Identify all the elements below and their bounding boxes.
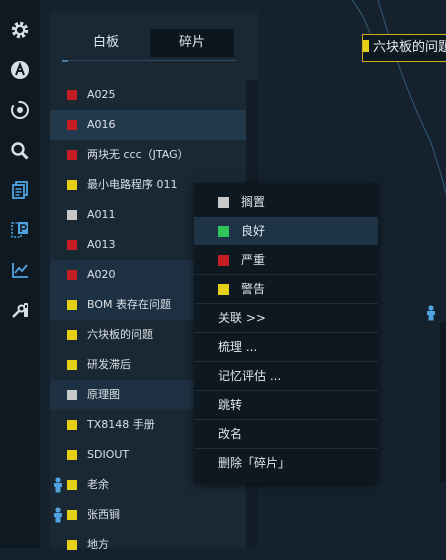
menu-item-delete[interactable]: 删除「碎片」 — [194, 449, 378, 477]
yellow-square-icon — [67, 510, 77, 520]
p-document-icon[interactable] — [8, 218, 32, 242]
gray-square-icon — [67, 210, 77, 220]
person-icon — [54, 477, 62, 493]
a-circle-icon[interactable] — [8, 58, 32, 82]
canvas-node-label: 六块板的问题 — [373, 40, 446, 55]
canvas-node-edge — [440, 322, 446, 482]
list-item-label: A020 — [87, 268, 116, 281]
menu-label-shelve: 搁置 — [241, 195, 266, 209]
menu-label-severe: 严重 — [241, 253, 266, 267]
person-icon — [54, 507, 62, 523]
panel-tabs: 白板 碎片 — [50, 12, 258, 72]
yellow-square-icon — [67, 540, 77, 550]
list-item-label: 张西锏 — [87, 508, 120, 521]
list-item-label: SDIOUT — [87, 448, 130, 461]
menu-item-memory-eval[interactable]: 记忆评估 ... — [194, 362, 378, 390]
list-item-label: A016 — [87, 118, 116, 131]
list-item-label: TX8148 手册 — [87, 418, 155, 431]
yellow-square-icon — [67, 450, 77, 460]
menu-item-relate[interactable]: 关联 >> — [194, 304, 378, 332]
gray-square-icon — [218, 197, 229, 208]
red-square-icon — [218, 255, 229, 266]
chart-icon[interactable] — [8, 258, 32, 282]
list-item-label: 六块板的问题 — [87, 328, 153, 341]
yellow-square-icon — [67, 180, 77, 190]
list-item-label: 研发滞后 — [87, 358, 131, 371]
left-toolbar — [0, 0, 40, 548]
list-item-label: 原理图 — [87, 388, 120, 401]
list-item-label: A025 — [87, 88, 116, 101]
list-item-label: 地方 — [87, 538, 109, 551]
tab-fragments[interactable]: 碎片 — [150, 29, 234, 57]
list-item[interactable]: 张西锏 — [50, 500, 246, 530]
menu-label-warning: 警告 — [241, 282, 266, 296]
yellow-square-icon — [67, 420, 77, 430]
red-square-icon — [67, 150, 77, 160]
menu-item-jump[interactable]: 跳转 — [194, 391, 378, 419]
list-item-label: BOM 表存在问题 — [87, 298, 171, 311]
menu-item-good[interactable]: 良好 — [194, 217, 378, 245]
documents-icon[interactable] — [8, 178, 32, 202]
gray-square-icon — [67, 390, 77, 400]
context-menu: 搁置 良好 严重 警告 关联 >> 梳理 ... 记忆评估 ... 跳转 改名 … — [194, 183, 378, 483]
yellow-square-icon — [67, 330, 77, 340]
target-icon[interactable] — [8, 98, 32, 122]
menu-item-organize[interactable]: 梳理 ... — [194, 333, 378, 361]
yellow-square-icon — [67, 480, 77, 490]
node-color-marker — [363, 40, 369, 52]
menu-item-warning[interactable]: 警告 — [194, 275, 378, 303]
gear-icon[interactable] — [8, 18, 32, 42]
menu-item-rename[interactable]: 改名 — [194, 420, 378, 448]
list-item-label: 老余 — [87, 478, 109, 491]
red-square-icon — [67, 240, 77, 250]
list-item-label: 两块无 ccc（JTAG） — [87, 148, 189, 161]
list-item-label: A013 — [87, 238, 116, 251]
menu-label-good: 良好 — [241, 224, 266, 238]
canvas-node[interactable]: 六块板的问题 — [362, 34, 446, 62]
yellow-square-icon — [218, 284, 229, 295]
tab-indicator — [62, 60, 68, 62]
red-square-icon — [67, 90, 77, 100]
list-item-label: 最小电路程序 011 — [87, 178, 178, 191]
menu-item-severe[interactable]: 严重 — [194, 246, 378, 274]
tab-whiteboard[interactable]: 白板 — [64, 29, 148, 57]
list-item[interactable]: 两块无 ccc（JTAG） — [50, 140, 246, 170]
red-square-icon — [67, 270, 77, 280]
list-item-label: A011 — [87, 208, 116, 221]
red-square-icon — [67, 120, 77, 130]
tools-icon[interactable] — [8, 298, 32, 322]
list-item[interactable]: A025 — [50, 80, 246, 110]
green-square-icon — [218, 226, 229, 237]
person-icon — [427, 305, 435, 321]
search-icon[interactable] — [8, 139, 32, 163]
list-item[interactable]: A016 — [50, 110, 246, 140]
menu-item-shelve[interactable]: 搁置 — [194, 188, 378, 216]
yellow-square-icon — [67, 300, 77, 310]
tab-underline — [64, 60, 236, 61]
yellow-square-icon — [67, 360, 77, 370]
list-item[interactable]: 地方 — [50, 530, 246, 560]
